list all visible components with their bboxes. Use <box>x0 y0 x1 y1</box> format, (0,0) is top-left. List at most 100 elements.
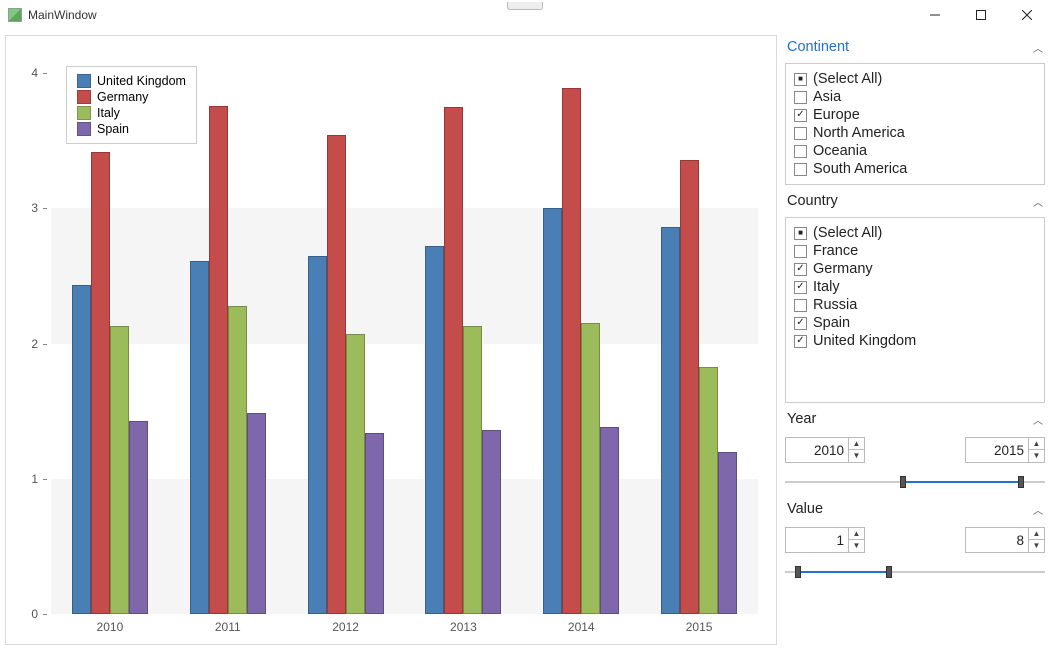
year-to-input[interactable]: 2015 ▲▼ <box>965 437 1045 463</box>
step-down-icon[interactable]: ▼ <box>849 450 864 462</box>
bar[interactable] <box>327 135 346 614</box>
checkbox-icon[interactable] <box>794 317 807 330</box>
bar[interactable] <box>346 334 365 614</box>
bar[interactable] <box>308 256 327 614</box>
checkbox-icon[interactable] <box>794 91 807 104</box>
x-tick-label: 2014 <box>568 620 595 634</box>
year-range-slider[interactable] <box>785 473 1045 491</box>
year-to-value: 2015 <box>966 443 1028 458</box>
bar[interactable] <box>425 246 444 614</box>
check-item[interactable]: South America <box>794 160 1036 178</box>
year-from-input[interactable]: 2010 ▲▼ <box>785 437 865 463</box>
bar[interactable] <box>72 285 91 614</box>
check-item[interactable]: (Select All) <box>794 70 1036 88</box>
step-up-icon[interactable]: ▲ <box>1029 438 1044 450</box>
check-item[interactable]: Spain <box>794 314 1036 332</box>
value-from-input[interactable]: 1 ▲▼ <box>785 527 865 553</box>
legend-item: Spain <box>77 121 186 137</box>
bar[interactable] <box>661 227 680 614</box>
bar[interactable] <box>444 107 463 614</box>
bar[interactable] <box>562 88 581 614</box>
step-up-icon[interactable]: ▲ <box>849 528 864 540</box>
check-item[interactable]: Asia <box>794 88 1036 106</box>
checkbox-icon[interactable] <box>794 281 807 294</box>
bar[interactable] <box>365 433 384 614</box>
bar[interactable] <box>699 367 718 614</box>
close-button[interactable] <box>1004 0 1050 30</box>
step-down-icon[interactable]: ▼ <box>1029 450 1044 462</box>
minimize-button[interactable] <box>912 0 958 30</box>
checkbox-icon[interactable] <box>794 73 807 86</box>
bar[interactable] <box>247 413 266 615</box>
step-down-icon[interactable]: ▼ <box>849 540 864 552</box>
bar[interactable] <box>228 306 247 614</box>
checkbox-icon[interactable] <box>794 335 807 348</box>
x-tick-label: 2011 <box>215 620 241 634</box>
check-label: (Select All) <box>813 71 882 87</box>
legend-label: Spain <box>97 122 129 136</box>
x-tick-label: 2015 <box>686 620 713 634</box>
maximize-button[interactable] <box>958 0 1004 30</box>
checkbox-icon[interactable] <box>794 227 807 240</box>
step-up-icon[interactable]: ▲ <box>1029 528 1044 540</box>
y-tick-label: 0 <box>6 607 44 621</box>
bar[interactable] <box>129 421 148 614</box>
country-list[interactable]: (Select All) FranceGermanyItalyRussiaSpai… <box>785 217 1045 403</box>
check-item[interactable]: United Kingdom <box>794 332 1036 350</box>
section-header-continent[interactable]: Continent ︿ <box>785 35 1045 59</box>
checkbox-icon[interactable] <box>794 245 807 258</box>
check-label: Russia <box>813 297 857 313</box>
bar[interactable] <box>680 160 699 614</box>
value-range-slider[interactable] <box>785 563 1045 581</box>
filter-panel: Continent ︿ (Select All)AsiaEuropeNorth … <box>785 35 1045 645</box>
section-label: Year <box>787 411 816 427</box>
value-to-input[interactable]: 8 ▲▼ <box>965 527 1045 553</box>
bar[interactable] <box>110 326 129 614</box>
legend-swatch <box>77 74 91 88</box>
check-label: France <box>813 243 858 259</box>
legend-label: United Kingdom <box>97 74 186 88</box>
step-up-icon[interactable]: ▲ <box>849 438 864 450</box>
check-item[interactable]: Russia <box>794 296 1036 314</box>
bar[interactable] <box>190 261 209 614</box>
bar[interactable] <box>482 430 501 614</box>
check-label: Europe <box>813 107 860 123</box>
check-item[interactable]: France <box>794 242 1036 260</box>
y-tick-label: 1 <box>6 472 44 486</box>
section-label: Continent <box>787 39 849 55</box>
check-item[interactable]: (Select All) <box>794 224 1036 242</box>
check-item[interactable]: Germany <box>794 260 1036 278</box>
check-item[interactable]: Oceania <box>794 142 1036 160</box>
chart-panel: United KingdomGermanyItalySpain 01234201… <box>5 35 777 645</box>
checkbox-icon[interactable] <box>794 299 807 312</box>
checkbox-icon[interactable] <box>794 127 807 140</box>
bar[interactable] <box>463 326 482 614</box>
section-header-value[interactable]: Value ︿ <box>785 497 1045 521</box>
section-header-country[interactable]: Country ︿ <box>785 189 1045 213</box>
check-item[interactable]: Italy <box>794 278 1036 296</box>
year-from-value: 2010 <box>786 443 848 458</box>
check-item[interactable]: Europe <box>794 106 1036 124</box>
checkbox-icon[interactable] <box>794 145 807 158</box>
check-label: (Select All) <box>813 225 882 241</box>
check-item[interactable]: North America <box>794 124 1036 142</box>
bar[interactable] <box>91 152 110 615</box>
bar[interactable] <box>209 106 228 614</box>
check-label: South America <box>813 161 907 177</box>
section-header-year[interactable]: Year ︿ <box>785 407 1045 431</box>
bar[interactable] <box>718 452 737 614</box>
legend-label: Germany <box>97 90 148 104</box>
continent-list[interactable]: (Select All)AsiaEurope North AmericaOcean… <box>785 63 1045 185</box>
check-label: North America <box>813 125 905 141</box>
chevron-up-icon: ︿ <box>1033 502 1043 517</box>
bar[interactable] <box>600 427 619 614</box>
legend-swatch <box>77 90 91 104</box>
bar[interactable] <box>543 208 562 614</box>
grip-handle[interactable] <box>507 2 543 10</box>
bar[interactable] <box>581 323 600 614</box>
step-down-icon[interactable]: ▼ <box>1029 540 1044 552</box>
legend: United KingdomGermanyItalySpain <box>66 66 197 144</box>
checkbox-icon[interactable] <box>794 263 807 276</box>
checkbox-icon[interactable] <box>794 163 807 176</box>
checkbox-icon[interactable] <box>794 109 807 122</box>
